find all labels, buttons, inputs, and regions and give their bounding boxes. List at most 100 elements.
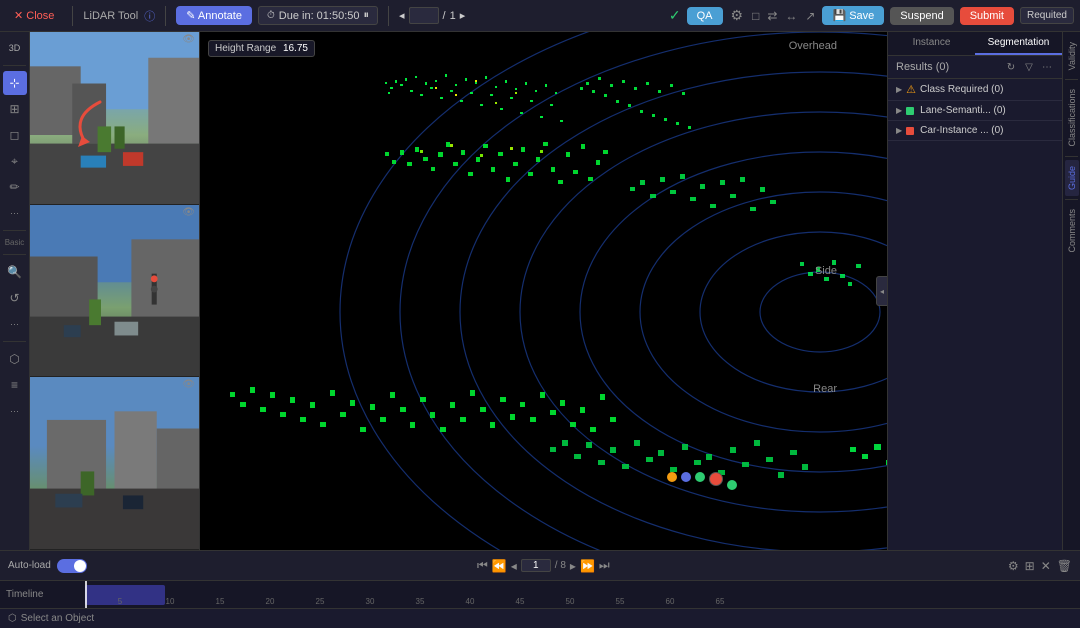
lane-semantic-arrow: ▶ bbox=[896, 106, 902, 115]
left-toolbar: 3D ⊹ ⊞ ◻ ⌖ ✏ ··· Basic 🔍 ↺ ··· ⬡ ≡ ··· bbox=[0, 32, 30, 550]
main-area: 3D ⊹ ⊞ ◻ ⌖ ✏ ··· Basic 🔍 ↺ ··· ⬡ ≡ ··· bbox=[0, 32, 1080, 550]
timeline-tick-10: 10 bbox=[166, 597, 175, 606]
nav-dot-4[interactable] bbox=[709, 472, 723, 486]
bottom-settings-icon[interactable]: ⚙ bbox=[1008, 559, 1019, 573]
lidar-viewport[interactable]: Height Range 16.75 Overhead Side Rear ◂ bbox=[200, 32, 887, 550]
nav-dot-2[interactable] bbox=[681, 472, 691, 482]
camera-eye-icon-1[interactable]: 👁 bbox=[182, 34, 195, 45]
icon-share[interactable]: ↗ bbox=[805, 9, 815, 23]
info-icon[interactable]: ⓘ bbox=[144, 8, 155, 24]
tab-instance[interactable]: Instance bbox=[888, 32, 975, 55]
lane-semantic-label: Lane-Semanti... (0) bbox=[920, 105, 1006, 116]
results-filter-icon[interactable]: ▽ bbox=[1022, 60, 1036, 74]
side-panel-toggle[interactable]: ◂ bbox=[876, 276, 887, 306]
play-prev-button[interactable]: ⏪ bbox=[492, 559, 507, 573]
bottom-close-icon[interactable]: ✕ bbox=[1041, 559, 1051, 573]
due-label: Due in: 01:50:50 bbox=[279, 10, 360, 22]
far-tab-validity[interactable]: Validity bbox=[1065, 36, 1079, 76]
close-button[interactable]: ✕ Close bbox=[6, 7, 62, 24]
tool-more3-button[interactable]: ··· bbox=[3, 399, 27, 423]
camera-panel-2[interactable]: 👁 bbox=[30, 205, 199, 378]
select-obj-icon: ⬡ bbox=[8, 613, 17, 624]
results-refresh-icon[interactable]: ↻ bbox=[1004, 60, 1018, 74]
camera-panel-1[interactable]: 👁 bbox=[30, 32, 199, 205]
icon-square[interactable]: □ bbox=[752, 9, 759, 23]
timeline-tick-35: 35 bbox=[416, 597, 425, 606]
tool-layer-button[interactable]: ≡ bbox=[3, 373, 27, 397]
timeline-track[interactable]: 5 10 15 20 25 30 35 40 45 50 55 60 65 bbox=[80, 581, 1080, 608]
play-page-input[interactable] bbox=[521, 559, 551, 572]
far-tab-comments[interactable]: Comments bbox=[1065, 203, 1079, 259]
right-panel-tabs: Instance Segmentation bbox=[888, 32, 1062, 56]
camera-image-3 bbox=[30, 377, 199, 549]
tool-rotate-button[interactable]: ↺ bbox=[3, 286, 27, 310]
car-instance-section[interactable]: ▶ Car-Instance ... (0) bbox=[888, 121, 1062, 141]
autoload-toggle[interactable] bbox=[57, 559, 87, 573]
select-object-bar: ⬡ Select an Object bbox=[0, 608, 1080, 628]
far-tab-guide[interactable]: Guide bbox=[1065, 160, 1079, 196]
check-icon: ✓ bbox=[669, 7, 681, 24]
tool-3d-button[interactable]: 3D bbox=[3, 36, 27, 60]
nav-dots-overlay bbox=[667, 472, 737, 490]
timer-pause-icon[interactable]: ⏸ bbox=[364, 9, 370, 22]
class-required-label: Class Required (0) bbox=[920, 84, 1003, 95]
page-next-icon[interactable]: ▸ bbox=[460, 9, 466, 22]
class-required-section[interactable]: ▶ ⚠ Class Required (0) bbox=[888, 79, 1062, 101]
page-input[interactable]: 1 bbox=[409, 7, 439, 24]
timer-icon: ⏱ bbox=[267, 10, 275, 21]
icon-swap[interactable]: ⇄ bbox=[767, 9, 777, 23]
tool-more2-button[interactable]: ··· bbox=[3, 312, 27, 336]
lane-semantic-section[interactable]: ▶ Lane-Semanti... (0) bbox=[888, 101, 1062, 121]
tool-rect-button[interactable]: ◻ bbox=[3, 123, 27, 147]
save-button[interactable]: 💾 Save bbox=[822, 6, 884, 25]
annotate-button[interactable]: ✎ Annotate bbox=[176, 6, 252, 25]
qa-button[interactable]: QA bbox=[687, 7, 723, 25]
play-last-button[interactable]: ⏭ bbox=[599, 558, 610, 573]
nav-dot-1[interactable] bbox=[667, 472, 677, 482]
play-next-next-button[interactable]: ⏩ bbox=[580, 559, 595, 573]
qa-label: QA bbox=[697, 10, 713, 22]
far-tab-classifications[interactable]: Classifications bbox=[1065, 83, 1079, 153]
play-forward-button[interactable]: ▸ bbox=[570, 559, 576, 573]
settings-icon[interactable]: ⚙ bbox=[731, 7, 744, 24]
bottom-expand-icon[interactable]: ⊞ bbox=[1025, 559, 1035, 573]
tool-cursor-button[interactable]: ⊹ bbox=[3, 71, 27, 95]
tool-pen-button[interactable]: ✏ bbox=[3, 175, 27, 199]
timeline-tick-45: 45 bbox=[516, 597, 525, 606]
page-sep: / bbox=[443, 10, 446, 22]
timeline-tick-50: 50 bbox=[566, 597, 575, 606]
tool-hex-button[interactable]: ⬡ bbox=[3, 347, 27, 371]
tool-polygon-button[interactable]: ⌖ bbox=[3, 149, 27, 173]
bottom-trash-icon[interactable]: 🗑 bbox=[1057, 559, 1072, 573]
height-label: Height Range bbox=[215, 43, 276, 54]
camera-eye-icon-2[interactable]: 👁 bbox=[182, 207, 195, 218]
timeline-tick-60: 60 bbox=[666, 597, 675, 606]
timeline-playhead[interactable] bbox=[85, 581, 87, 608]
divider-2 bbox=[165, 6, 166, 26]
page-nav: ◂ 1 / 1 ▸ bbox=[399, 7, 465, 24]
play-back-button[interactable]: ◂ bbox=[511, 559, 517, 573]
nav-dot-5[interactable] bbox=[727, 480, 737, 490]
tool-zoom-button[interactable]: 🔍 bbox=[3, 260, 27, 284]
nav-dot-3[interactable] bbox=[695, 472, 705, 482]
page-total: 1 bbox=[450, 10, 456, 22]
suspend-button[interactable]: Suspend bbox=[890, 7, 953, 25]
lidar-svg bbox=[200, 32, 887, 550]
results-more-icon[interactable]: ⋯ bbox=[1040, 60, 1054, 74]
submit-button[interactable]: Submit bbox=[960, 7, 1014, 25]
divider-1 bbox=[72, 6, 73, 26]
far-right-tabs: Validity Classifications Guide Comments bbox=[1062, 32, 1080, 550]
icon-expand[interactable]: ↔ bbox=[785, 9, 797, 23]
tab-segmentation[interactable]: Segmentation bbox=[975, 32, 1062, 55]
divider-3 bbox=[388, 6, 389, 26]
camera-eye-icon-3[interactable]: 👁 bbox=[182, 379, 195, 390]
tool-more1-button[interactable]: ··· bbox=[3, 201, 27, 225]
timeline-selection[interactable] bbox=[85, 585, 165, 605]
tool-select-button[interactable]: ⊞ bbox=[3, 97, 27, 121]
suspend-label: Suspend bbox=[900, 10, 943, 22]
camera-panel-3[interactable]: 👁 bbox=[30, 377, 199, 550]
requited-label: Requited bbox=[1027, 10, 1067, 21]
timeline: Timeline 5 10 15 20 25 30 35 40 45 50 55… bbox=[0, 580, 1080, 608]
page-prev-icon[interactable]: ◂ bbox=[399, 9, 405, 22]
play-prev-prev-button[interactable]: ⏮ bbox=[477, 558, 488, 573]
